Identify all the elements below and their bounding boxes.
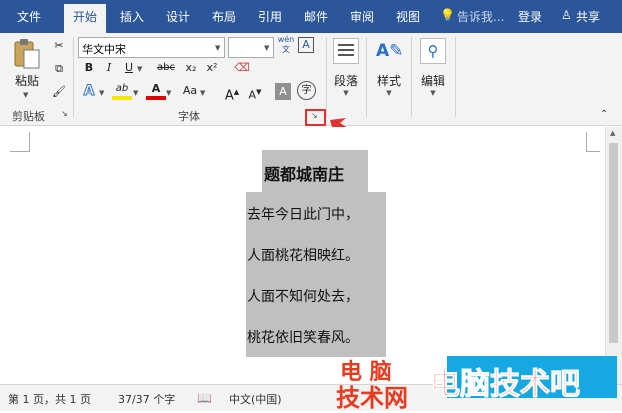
user-icon: ♙ (561, 8, 572, 22)
tab-insert[interactable]: 插入 (120, 8, 144, 25)
divider (455, 37, 456, 117)
copy-icon[interactable]: ⧉ (49, 60, 69, 78)
login-link[interactable]: 登录 (518, 8, 542, 25)
font-name-dropdown-arrow[interactable]: ▼ (215, 44, 220, 52)
phonetic-guide-button[interactable]: wén 文 (276, 35, 296, 54)
char-shading-button[interactable]: A (275, 83, 291, 100)
poem-line: 桃花依旧笑春风。 (247, 330, 359, 346)
tab-view[interactable]: 视图 (396, 8, 420, 25)
highlight-color-button[interactable]: ab (112, 80, 132, 100)
paste-label: 粘贴 (14, 74, 39, 88)
bold-button[interactable]: B (79, 59, 99, 77)
styles-button[interactable]: A✎ 样式 ▼ (372, 38, 406, 97)
paragraph-dropdown-arrow: ▼ (343, 89, 349, 97)
font-dialog-launcher-icon[interactable]: ↘ (305, 109, 326, 126)
paragraph-label: 段落 (333, 74, 358, 88)
ribbon-tab-bar: 文件 开始 插入 设计 布局 引用 邮件 审阅 视图 💡 告诉我... 登录 ♙… (0, 0, 622, 33)
document-title: 题都城南庄 (264, 165, 345, 184)
styles-label: 样式 (376, 74, 401, 88)
tab-file[interactable]: 文件 (17, 8, 41, 25)
document-page[interactable]: 题都城南庄 去年今日此门中， 人面桃花相映红。 人面不知何处去， 桃花依旧笑春风… (0, 127, 622, 384)
text-effects-dropdown-arrow[interactable]: ▼ (99, 89, 104, 97)
clipboard-group-label: 剪贴板 (12, 110, 45, 123)
search-icon: ⚲ (420, 38, 446, 64)
font-color-button[interactable]: A (146, 80, 166, 100)
clipboard-launcher-icon[interactable]: ↘ (61, 109, 68, 118)
paste-button[interactable]: 粘贴 (10, 38, 44, 89)
word-count[interactable]: 37/37 个字 (118, 391, 175, 407)
char-border-button[interactable]: A (298, 37, 314, 53)
scrollbar-thumb[interactable] (609, 143, 618, 343)
divider (411, 37, 412, 117)
editing-button[interactable]: ⚲ 编辑 ▼ (416, 38, 450, 97)
clear-formatting-icon[interactable]: ⌫ (232, 59, 252, 77)
tab-mailings[interactable]: 邮件 (304, 8, 328, 25)
share-button[interactable]: 共享 (576, 8, 600, 25)
editing-label: 编辑 (420, 74, 445, 88)
cut-icon[interactable]: ✂ (49, 37, 69, 55)
language-status[interactable]: 中文(中国) (229, 391, 282, 407)
grow-font-button[interactable]: A▲ (222, 83, 242, 103)
poem-line: 人面不知何处去， (247, 289, 359, 305)
margin-marker (10, 132, 30, 152)
aa-change-case-icon[interactable]: Aa (180, 82, 200, 100)
superscript-button[interactable]: x² (202, 59, 222, 77)
tab-home[interactable]: 开始 (64, 4, 107, 33)
divider (73, 37, 74, 117)
poem-line: 去年今日此门中， (247, 207, 359, 223)
styles-icon: A✎ (376, 41, 404, 61)
shrink-font-button[interactable]: A▼ (245, 83, 265, 102)
italic-button[interactable]: I (99, 59, 119, 77)
page-count[interactable]: 第 1 页，共 1 页 (8, 391, 91, 407)
ribbon-home: 粘贴 ▼ ✂ ⧉ 🖌 剪贴板 ↘ 华文中宋 ▼ ▼ wén 文 A B I U ▼… (0, 33, 622, 126)
watermark-logo-text: 电脑技术吧 (430, 367, 581, 403)
text-effects-button[interactable]: A (79, 82, 99, 100)
font-color-dropdown-arrow[interactable]: ▼ (166, 89, 171, 97)
paste-dropdown-arrow[interactable]: ▼ (23, 91, 28, 99)
strikethrough-button[interactable]: abc (154, 59, 178, 77)
divider (366, 37, 367, 117)
underline-button[interactable]: U (119, 59, 139, 77)
divider (326, 37, 327, 117)
format-painter-icon[interactable]: 🖌 (49, 83, 69, 101)
vertical-scrollbar[interactable]: ▲ (605, 127, 622, 384)
subscript-button[interactable]: x₂ (181, 59, 201, 77)
underline-dropdown-arrow[interactable]: ▼ (137, 65, 142, 73)
poem-line: 人面桃花相映红。 (247, 248, 359, 264)
proofing-icon[interactable]: 📖 (197, 391, 212, 405)
tab-layout[interactable]: 布局 (212, 8, 236, 25)
collapse-ribbon-icon[interactable]: ⌃ (600, 109, 608, 120)
font-size-dropdown-arrow[interactable]: ▼ (264, 44, 269, 52)
clipboard-icon (14, 39, 40, 69)
paragraph-align-icon (333, 38, 359, 64)
styles-dropdown-arrow: ▼ (386, 89, 392, 97)
highlight-dropdown-arrow[interactable]: ▼ (133, 89, 138, 97)
change-case-dropdown-arrow[interactable]: ▼ (200, 89, 205, 97)
margin-marker (586, 132, 600, 152)
tab-review[interactable]: 审阅 (350, 8, 374, 25)
tab-references[interactable]: 引用 (258, 8, 282, 25)
enclose-chars-button[interactable]: 字 (297, 81, 316, 100)
tab-design[interactable]: 设计 (166, 8, 190, 25)
watermark-text: 技术网 (336, 384, 408, 412)
paragraph-button[interactable]: 段落 ▼ (330, 38, 362, 97)
tell-me-search[interactable]: 告诉我... (457, 8, 504, 25)
font-group-label: 字体 (178, 110, 200, 123)
font-name-box[interactable]: 华文中宋 (78, 37, 225, 58)
editing-dropdown-arrow: ▼ (430, 89, 436, 97)
scroll-up-arrow[interactable]: ▲ (610, 129, 615, 137)
lightbulb-icon: 💡 (440, 8, 455, 22)
